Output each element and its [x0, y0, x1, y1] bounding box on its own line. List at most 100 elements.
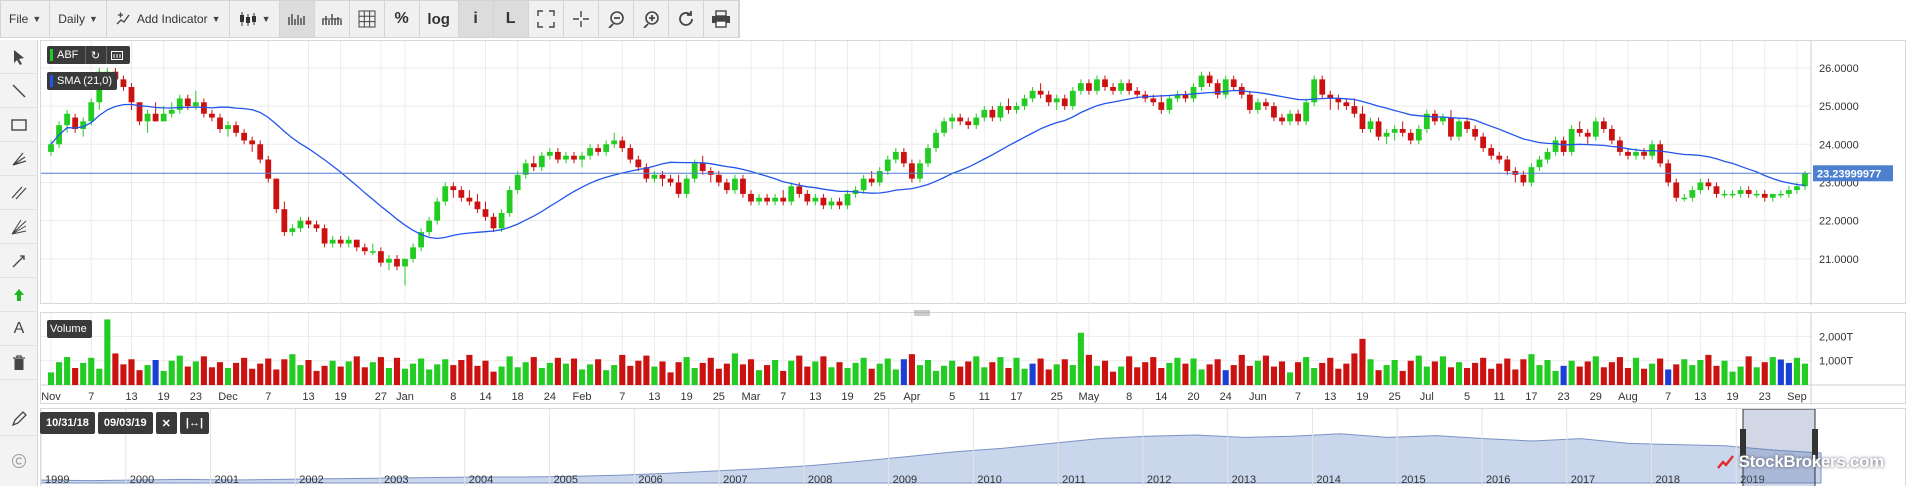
grid-toggle-button[interactable] [350, 1, 385, 37]
volume-bar [1037, 358, 1044, 385]
printer-icon [711, 10, 730, 28]
x-axis-tick-label: 19 [841, 391, 853, 403]
volume-bar [289, 354, 296, 385]
candle-body [1568, 129, 1575, 152]
candle-body [1150, 98, 1157, 103]
volume-bar [1649, 363, 1656, 385]
volume-bar [490, 371, 497, 385]
candle-body [667, 178, 674, 183]
add-indicator-button[interactable]: Add Indicator ▼ [107, 1, 230, 37]
volume-chip: Volume [47, 320, 92, 338]
candle-body [394, 258, 400, 267]
candle-body [514, 174, 521, 191]
x-axis-tick-label: 27 [375, 391, 387, 403]
navigator-year-label: 2008 [808, 474, 832, 486]
volume-bars-button[interactable] [315, 1, 350, 37]
navigator-year-label: 2001 [215, 474, 239, 486]
candle-body [1673, 182, 1680, 198]
date-range-navigator[interactable]: 1999 2000 2001 2002 2003 2004 2005 2006 2007 2008… [40, 408, 1906, 486]
zoom-in-icon [643, 11, 659, 28]
volume-bar [1592, 356, 1599, 385]
x-axis-tick-label: 20 [1187, 391, 1199, 403]
start-date-field[interactable]: 10/31/18 [40, 412, 95, 434]
candle-body [699, 163, 706, 171]
volume-bar [418, 358, 425, 385]
candle-body [249, 140, 256, 145]
volume-bar [410, 363, 417, 385]
volume-bar [1327, 357, 1334, 385]
price-chart-panel[interactable]: 26.0000 25.0000 24.0000 23.0000 22.0000 21.00… [40, 40, 1906, 305]
navigator-year-label: 2017 [1571, 474, 1595, 486]
candle-body [1126, 83, 1133, 91]
pitchfork-tool[interactable] [0, 142, 38, 176]
green-arrow-up-icon [14, 288, 24, 301]
volume-bar [1230, 365, 1237, 385]
candle-body [981, 109, 988, 118]
volume-bar [997, 357, 1004, 385]
expand-range-button[interactable]: |↔| [179, 412, 210, 434]
reset-range-button[interactable]: ✕ [155, 412, 177, 434]
candle-body [1802, 173, 1808, 187]
arrow-line-tool[interactable] [0, 244, 38, 278]
volume-bar [1174, 357, 1181, 385]
crosshair-button[interactable] [564, 1, 599, 37]
volume-bar [1737, 366, 1744, 385]
candle-body [1013, 106, 1020, 110]
gann-fan-tool[interactable] [0, 210, 38, 244]
symbol-settings-button[interactable] [106, 46, 126, 64]
volume-bar [1359, 338, 1366, 385]
L-button[interactable]: L [493, 1, 529, 37]
log-scale-button[interactable]: log [420, 1, 459, 37]
delete-tool[interactable] [0, 346, 38, 380]
percent-button[interactable]: % [385, 1, 420, 37]
parallel-lines-tool[interactable] [0, 176, 38, 210]
candle-body [635, 159, 642, 168]
zoom-out-button[interactable] [599, 1, 634, 37]
text-tool[interactable]: A [0, 312, 38, 346]
candle-body [723, 182, 730, 191]
candle-body [1520, 174, 1527, 183]
candle-body [546, 151, 553, 156]
print-button[interactable] [704, 1, 739, 37]
x-axis-tick-label: Jan [396, 391, 414, 403]
candle-body [1005, 106, 1012, 110]
reload-symbol-button[interactable]: ↻ [85, 46, 105, 64]
file-menu[interactable]: File ▼ [1, 1, 51, 37]
volume-bar [1029, 363, 1036, 385]
volume-bar [1689, 365, 1696, 385]
candle-body [1729, 193, 1736, 196]
navigator-year-label: 2015 [1401, 474, 1425, 486]
panel-resize-handle[interactable] [913, 305, 931, 316]
zoom-in-button[interactable] [634, 1, 669, 37]
info-button[interactable]: i [458, 1, 494, 37]
pointer-tool[interactable] [0, 40, 38, 74]
candle-body [732, 178, 738, 191]
volume-chart-panel[interactable]: 2,000T 1,000T Nov 7 13 19 23 Dec 7 13 19 27 Jan 8 14 18… [40, 312, 1906, 405]
line-tool[interactable] [0, 74, 38, 108]
volume-bar [965, 361, 972, 385]
candle-body [836, 201, 843, 206]
x-axis-tick-label: 18 [512, 391, 524, 403]
rectangle-tool[interactable] [0, 108, 38, 142]
volume-bar [1109, 371, 1117, 385]
volume-bar [216, 362, 224, 385]
refresh-button[interactable] [669, 1, 704, 37]
pencil-tool[interactable] [0, 402, 38, 436]
chart-type-select[interactable]: ▼ [230, 1, 280, 37]
fullscreen-button[interactable] [529, 1, 564, 37]
ohlc-bars-button[interactable] [279, 1, 315, 37]
sma-chip[interactable]: SMA (21,0) [47, 72, 118, 90]
symbol-chip[interactable]: ABF ↻ [47, 46, 131, 64]
navigator-year-label: 2000 [130, 474, 154, 486]
volume-bar [144, 365, 151, 385]
volume-bar [56, 362, 63, 385]
x-axis-tick-label: 7 [1665, 391, 1671, 403]
up-arrow-tool[interactable] [0, 278, 38, 312]
volume-bar [1134, 367, 1141, 385]
candle-body [1641, 151, 1647, 156]
candle-body [128, 87, 135, 103]
candle-body [925, 148, 931, 164]
period-select[interactable]: Daily ▼ [50, 1, 107, 37]
end-date-field[interactable]: 09/03/19 [97, 412, 153, 434]
volume-bar [305, 359, 312, 385]
